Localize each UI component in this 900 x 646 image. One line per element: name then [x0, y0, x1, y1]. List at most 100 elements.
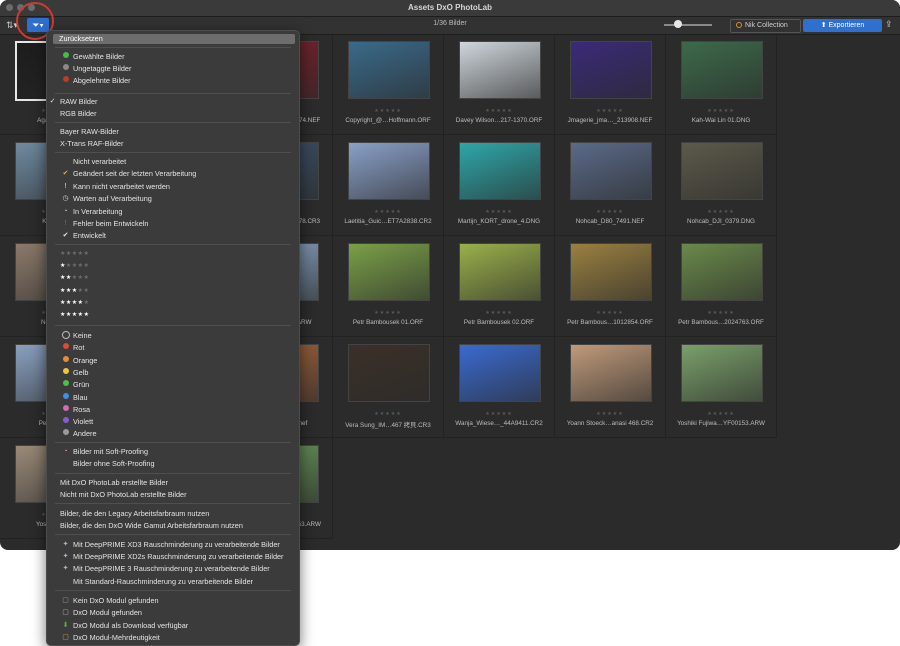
image-thumbnail-cell[interactable]: ★★★★★ Nohcab_DJI_0379.DNG [666, 135, 777, 236]
image-thumbnail[interactable] [348, 142, 430, 200]
raw-images-item[interactable]: ✓ RAW Bilder [50, 97, 98, 106]
processing-status-item[interactable]: ✔ Geändert seit der letzten Verarbeitung [63, 169, 197, 178]
image-thumbnail[interactable] [681, 243, 763, 301]
processing-status-item[interactable]: ◔ In Verarbeitung [63, 207, 122, 216]
image-thumbnail-cell[interactable]: ★★★★★ Yoann Stoeck…anasi 468.CR2 [555, 337, 666, 438]
image-thumbnail-cell[interactable]: ★★★★★ Martijn_KORT_drone_4.DNG [444, 135, 555, 236]
noise-reduction-item[interactable]: ✦ Mit DeepPRIME XD3 Rauschminderung zu ve… [63, 540, 280, 549]
not-created-with-photolab-item[interactable]: Nicht mit DxO PhotoLab erstellte Bilder [60, 490, 187, 499]
tag-filter-item[interactable]: Abgelehnte Bilder [62, 76, 131, 85]
color-label-filter-item[interactable]: Blau [62, 392, 88, 402]
image-thumbnail[interactable] [681, 41, 763, 99]
noise-reduction-item[interactable]: Mit Standard-Rauschminderung zu verarbei… [73, 577, 253, 586]
created-with-photolab-item[interactable]: Mit DxO PhotoLab erstellte Bilder [60, 478, 168, 487]
noise-reduction-item[interactable]: ✦ Mit DeepPRIME XD2s Rauschminderung zu v… [63, 552, 284, 561]
rating-stars[interactable]: ★★★★★ [333, 310, 443, 316]
processing-status-item[interactable]: ✔ Entwickelt [63, 231, 106, 240]
dxo-module-item[interactable]: ▢ Kein DxO Modul gefunden [62, 596, 158, 605]
image-thumbnail-cell[interactable]: ★★★★★ Jmagerie_jma…_213908.NEF [555, 34, 666, 135]
image-thumbnail[interactable] [459, 344, 541, 402]
noise-reduction-item[interactable]: ✦ Mit DeepPRIME 3 Rauschminderung zu vera… [63, 564, 270, 573]
processing-status-item[interactable]: ◷ Warten auf Verarbeitung [62, 194, 151, 203]
image-thumbnail-cell[interactable]: ★★★★★ Petr Bambousek 01.ORF [333, 236, 444, 337]
color-label-filter-item[interactable]: Rot [62, 343, 84, 352]
dxo-module-item[interactable]: ⬇ DxO Modul als Download verfügbar [63, 621, 189, 630]
rating-stars[interactable]: ★★★★★ [666, 108, 776, 114]
color-label-filter-item[interactable]: Andere [62, 429, 97, 438]
processing-status-item[interactable]: ! Kann nicht verarbeitet werden [65, 182, 170, 191]
xtrans-raf-item[interactable]: X-Trans RAF-Bilder [60, 139, 123, 148]
rating-stars[interactable]: ★★★★★ [555, 108, 665, 114]
image-thumbnail[interactable] [570, 344, 652, 402]
legacy-workspace-item[interactable]: Bilder, die den Legacy Arbeitsfarbraum n… [60, 509, 209, 518]
no-softproof-item[interactable]: Bilder ohne Soft-Proofing [73, 459, 155, 468]
dxo-module-item[interactable]: ▢ DxO Modul gefunden [62, 608, 142, 617]
image-thumbnail-cell[interactable]: ★★★★★ Yoshiki Fujiwa…YF00153.ARW [666, 337, 777, 438]
dxo-module-item[interactable]: ▢ DxO Modul-Mehrdeutigkeit [62, 633, 160, 642]
image-thumbnail-cell[interactable]: ★★★★★ Copyright_@…Hoffmann.ORF [333, 34, 444, 135]
rating-filter-item[interactable]: ★★★★★ [60, 311, 89, 318]
thumbnail-size-slider[interactable] [664, 24, 712, 26]
rating-stars[interactable]: ★★★★★ [444, 209, 554, 215]
image-thumbnail[interactable] [459, 41, 541, 99]
tag-filter-item[interactable]: Gewählte Bilder [62, 52, 125, 61]
rating-stars[interactable]: ★★★★★ [444, 310, 554, 316]
color-label-filter-item[interactable]: Gelb [62, 367, 88, 377]
menu-item-label: RGB Bilder [60, 109, 97, 118]
image-thumbnail[interactable] [459, 243, 541, 301]
slider-knob[interactable] [674, 20, 682, 28]
wide-gamut-workspace-item[interactable]: Bilder, die den DxO Wide Gamut Arbeitsfa… [60, 521, 243, 530]
color-label-filter-item[interactable]: Grün [62, 380, 89, 389]
image-thumbnail-cell[interactable]: ★★★★★ Laetitia_Guic…ET7A2838.CR2 [333, 135, 444, 236]
bayer-raw-item[interactable]: Bayer RAW-Bilder [60, 127, 119, 136]
rgb-images-item[interactable]: RGB Bilder [60, 109, 97, 118]
rating-stars[interactable]: ★★★★★ [555, 411, 665, 417]
nik-collection-button[interactable]: Nik Collection [730, 19, 801, 33]
color-label-filter-item[interactable]: Rosa [62, 404, 90, 414]
rating-filter-item[interactable]: ★★★★★ [60, 299, 89, 306]
rating-stars[interactable]: ★★★★★ [666, 209, 776, 215]
image-thumbnail-cell[interactable]: ★★★★★ Wanja_Wiese…_44A9411.CR2 [444, 337, 555, 438]
rating-filter-item[interactable]: ★★★★★ [60, 287, 89, 294]
reset-menu-item[interactable]: Zurücksetzen [53, 34, 295, 44]
image-thumbnail-cell[interactable]: ★★★★★ Petr Bambous…2024763.ORF [666, 236, 777, 337]
image-thumbnail[interactable] [681, 142, 763, 200]
processing-status-item[interactable]: Nicht verarbeitet [73, 157, 126, 166]
rating-stars[interactable]: ★★★★★ [666, 411, 776, 417]
image-thumbnail[interactable] [570, 243, 652, 301]
color-label-filter-item[interactable]: Keine [61, 331, 92, 340]
image-thumbnail[interactable] [681, 344, 763, 402]
image-thumbnail[interactable] [570, 142, 652, 200]
image-thumbnail-cell[interactable]: ★★★★★ Petr Bambousek 02.ORF [444, 236, 555, 337]
image-thumbnail[interactable] [348, 243, 430, 301]
image-thumbnail[interactable] [570, 41, 652, 99]
color-label-filter-item[interactable]: Orange [62, 355, 97, 365]
image-thumbnail-cell[interactable]: ★★★★★ Davey Wilson…217-1370.ORF [444, 34, 555, 135]
rating-stars[interactable]: ★★★★★ [333, 209, 443, 215]
rating-stars[interactable]: ★★★★★ [555, 310, 665, 316]
image-thumbnail[interactable] [348, 344, 430, 402]
rating-stars[interactable]: ★★★★★ [333, 411, 443, 417]
rating-stars[interactable]: ★★★★★ [444, 108, 554, 114]
module-icon: ▢ [62, 597, 69, 604]
softproof-item[interactable]: ◔ Bilder mit Soft-Proofing [63, 447, 148, 456]
share-icon[interactable]: ⇪ [885, 19, 893, 30]
image-thumbnail-cell[interactable]: ★★★★★ Nohcab_D80_7491.NEF [555, 135, 666, 236]
checkmark-icon: ✓ [49, 98, 56, 105]
rating-filter-item[interactable]: ★★★★★ [60, 250, 89, 257]
image-thumbnail-cell[interactable]: ★★★★★ Vera Sung_IM…467 拷貝.CR3 [333, 337, 444, 438]
image-thumbnail[interactable] [459, 142, 541, 200]
rating-stars[interactable]: ★★★★★ [666, 310, 776, 316]
image-thumbnail-cell[interactable]: ★★★★★ Kah-Wai Lin 01.DNG [666, 34, 777, 135]
processing-status-item[interactable]: ! Fehler beim Entwickeln [65, 219, 149, 228]
rating-filter-item[interactable]: ★★★★★ [60, 274, 89, 281]
rating-filter-item[interactable]: ★★★★★ [60, 262, 89, 269]
rating-stars[interactable]: ★★★★★ [444, 411, 554, 417]
rating-stars[interactable]: ★★★★★ [333, 108, 443, 114]
image-thumbnail[interactable] [348, 41, 430, 99]
export-button[interactable]: ⬆ Exportieren [803, 19, 882, 32]
color-label-filter-item[interactable]: Violett [62, 417, 93, 426]
image-thumbnail-cell[interactable]: ★★★★★ Petr Bambous…1012854.ORF [555, 236, 666, 337]
tag-filter-item[interactable]: Ungetaggte Bilder [62, 64, 131, 73]
rating-stars[interactable]: ★★★★★ [555, 209, 665, 215]
